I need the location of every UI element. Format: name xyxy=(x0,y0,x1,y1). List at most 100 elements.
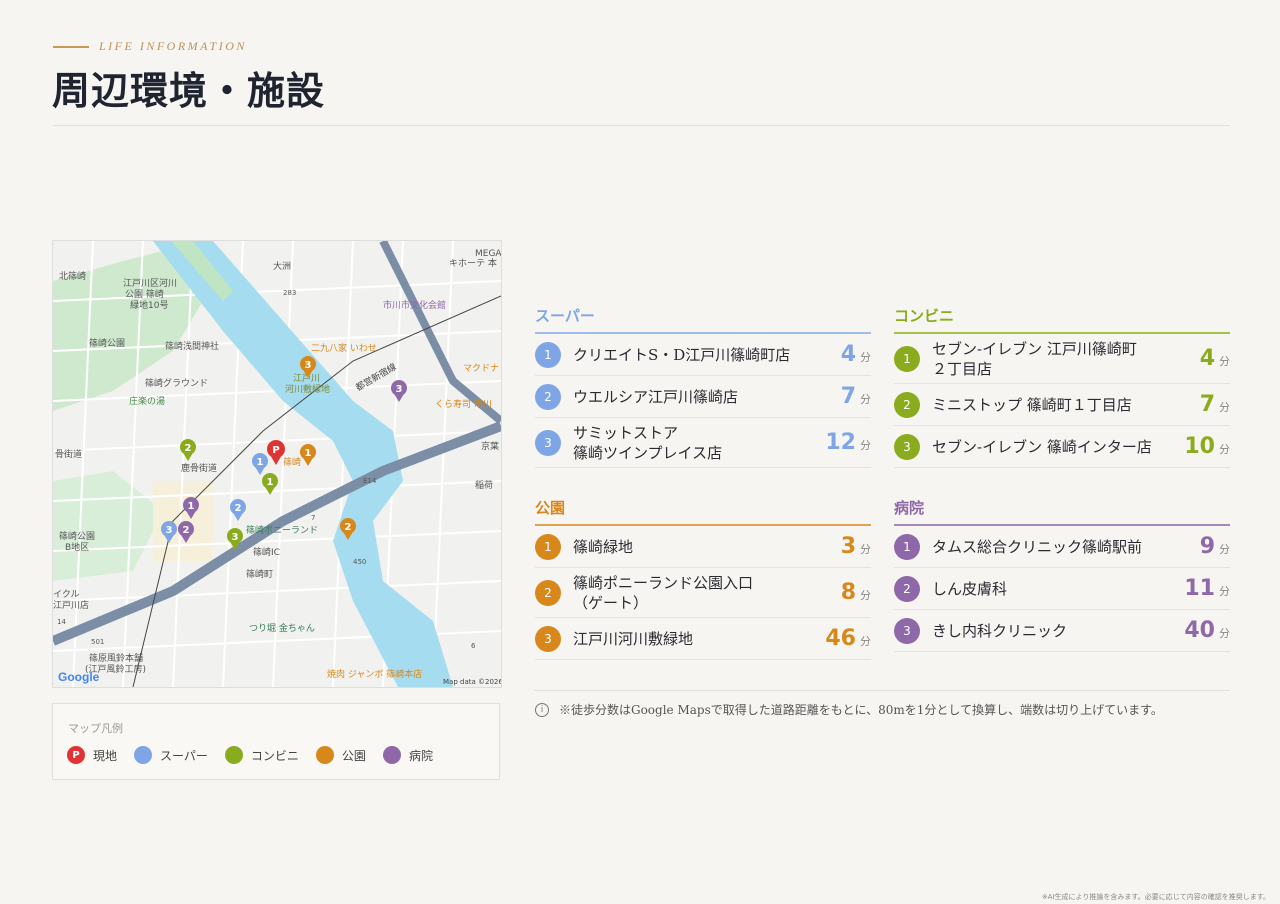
legend-label: スーパー xyxy=(160,748,208,763)
rank-badge: 1 xyxy=(894,345,920,372)
walk-minutes: 11 xyxy=(1184,576,1215,601)
walk-minutes: 40 xyxy=(1184,618,1215,643)
walk-minutes: 4 xyxy=(1199,346,1215,371)
note-divider xyxy=(534,690,1230,691)
rank-badge: 1 xyxy=(535,533,561,560)
map-label: 篠崎公園 xyxy=(59,530,95,542)
map-label: 篠崎町 xyxy=(246,568,273,580)
map-label: 河川敷緑地 xyxy=(285,383,330,395)
list-item: 2 篠崎ポニーランド公園入口 （ゲート） 8 分 xyxy=(535,568,871,618)
section-title: 病院 xyxy=(894,497,1230,526)
super-dot-icon xyxy=(134,746,153,764)
walk-unit: 分 xyxy=(860,439,871,452)
walk-time: 4分 xyxy=(1200,346,1230,371)
map-label: 公園 篠崎 xyxy=(125,288,164,300)
walk-unit: 分 xyxy=(1219,543,1230,556)
svg-text:1: 1 xyxy=(257,457,264,468)
walk-unit: 分 xyxy=(1219,355,1230,368)
walk-unit: 分 xyxy=(860,589,871,602)
list-item: 1 セブン-イレブン 江戸川篠崎町 ２丁目店 4 分 xyxy=(894,334,1230,384)
map-label: 283 xyxy=(283,289,296,297)
rank-badge: 1 xyxy=(535,341,561,368)
walk-unit: 分 xyxy=(860,635,871,648)
list-item: 2 ウエルシア江戸川篠崎店 7 分 xyxy=(535,376,871,418)
section-title: 公園 xyxy=(535,497,871,526)
legend-label: 現地 xyxy=(93,748,118,763)
eyebrow-rule xyxy=(53,45,89,48)
legend-item-park: 公園 xyxy=(315,746,366,764)
list-item: 2 しん皮膚科 11 分 xyxy=(894,568,1230,610)
rank-badge: 3 xyxy=(535,625,561,652)
rank-badge: 2 xyxy=(894,391,920,418)
rank-badge: 3 xyxy=(535,429,561,456)
map-attribution: Map data ©2026 xyxy=(443,678,501,686)
svg-text:2: 2 xyxy=(183,525,190,536)
section-title: コンビニ xyxy=(894,305,1230,334)
facility-name: サミットストア 篠崎ツインプレイス店 xyxy=(573,423,723,462)
map-label: 篠崎 xyxy=(283,456,301,468)
rank-badge: 3 xyxy=(894,617,920,644)
facility-name: きし内科クリニック xyxy=(932,621,1068,640)
map-label: 庄楽の湯 xyxy=(129,395,165,407)
area-map[interactable]: 北篠崎 大洲 江戸川区河川 公園 篠崎 緑地10号 篠崎公園 篠崎浅間神社 市川… xyxy=(52,240,502,688)
map-label: E14 xyxy=(363,477,377,485)
walk-minutes: 7 xyxy=(1199,392,1215,417)
svg-text:3: 3 xyxy=(166,525,173,536)
walk-unit: 分 xyxy=(860,543,871,556)
walk-unit: 分 xyxy=(1219,401,1230,414)
map-label: 6 xyxy=(471,642,476,650)
map-label: 江戸川店 xyxy=(53,599,89,611)
facility-name: 江戸川河川敷緑地 xyxy=(573,629,694,648)
map-label: 篠崎グラウンド xyxy=(145,377,208,389)
map-label: イクル xyxy=(53,589,80,600)
svg-text:2: 2 xyxy=(235,503,242,514)
svg-text:1: 1 xyxy=(188,501,195,512)
list-item: 3 セブン-イレブン 篠崎インター店 10 分 xyxy=(894,426,1230,468)
map-label: マクドナ xyxy=(463,363,499,374)
map-label: 篠原風鈴本舗 xyxy=(89,652,143,664)
walk-minutes: 9 xyxy=(1199,534,1215,559)
info-icon: i xyxy=(535,702,549,717)
map-label: 骨街道 xyxy=(55,448,82,460)
section-park: 公園 1 篠崎緑地 3 分 2 篠崎ポニーランド公園入口 （ゲート） 8 分 3 江戸川河川敷… xyxy=(535,497,871,660)
map-canvas: 北篠崎 大洲 江戸川区河川 公園 篠崎 緑地10号 篠崎公園 篠崎浅間神社 市川… xyxy=(53,241,501,687)
list-item: 1 クリエイトS・D江戸川篠崎町店 4 分 xyxy=(535,334,871,376)
walk-minutes: 3 xyxy=(840,534,856,559)
map-label: キホーテ 本 xyxy=(449,257,497,269)
map-label: つり堀 金ちゃん xyxy=(249,622,315,634)
rank-badge: 1 xyxy=(894,533,920,560)
map-label: 14 xyxy=(57,618,66,626)
note-text: ※徒歩分数はGoogle Mapsで取得した道路距離をもとに、80mを1分として… xyxy=(559,703,1163,717)
facility-name: セブン-イレブン 江戸川篠崎町 ２丁目店 xyxy=(932,339,1137,378)
legend-item-super: スーパー xyxy=(134,746,208,764)
list-item: 1 篠崎緑地 3 分 xyxy=(535,526,871,568)
eyebrow-text: LIFE INFORMATION xyxy=(99,39,247,53)
walk-unit: 分 xyxy=(860,393,871,406)
walk-time: 40 分 xyxy=(1184,618,1230,643)
walk-time: 3分 xyxy=(841,534,871,559)
walk-unit: 分 xyxy=(860,351,871,364)
section-title: スーパー xyxy=(535,305,871,334)
walk-unit: 分 xyxy=(1219,443,1230,456)
section-super: スーパー 1 クリエイトS・D江戸川篠崎町店 4 分 2 ウエルシア江戸川篠崎店 7 分 3… xyxy=(535,305,871,468)
facility-name: しん皮膚科 xyxy=(932,579,1008,598)
list-item: 1 タムス総合クリニック篠崎駅前 9 分 xyxy=(894,526,1230,568)
map-legend: マップ凡例 P 現地 スーパー コンビニ 公園 病院 xyxy=(52,703,500,780)
legend-label: 公園 xyxy=(341,748,366,763)
svg-text:3: 3 xyxy=(305,360,312,371)
page-title: 周辺環境・施設 xyxy=(52,68,326,113)
facility-name: ミニストップ 篠崎町１丁目店 xyxy=(932,395,1132,414)
rank-badge: 2 xyxy=(535,383,561,410)
map-label: 大洲 xyxy=(273,260,291,272)
svg-text:3: 3 xyxy=(232,532,239,543)
map-label: 北篠崎 xyxy=(59,270,86,282)
map-label: 二九八家 いわせ xyxy=(311,342,377,354)
svg-text:1: 1 xyxy=(305,448,312,459)
walk-unit: 分 xyxy=(1219,585,1230,598)
hospital-dot-icon xyxy=(382,746,401,764)
walk-time: 10 分 xyxy=(1184,434,1230,459)
map-label: 篠崎浅間神社 xyxy=(165,340,219,352)
list-item: 3 江戸川河川敷緑地 46 分 xyxy=(535,618,871,660)
map-label: 稲荷 xyxy=(475,479,493,491)
map-label: MEGA xyxy=(475,249,501,259)
